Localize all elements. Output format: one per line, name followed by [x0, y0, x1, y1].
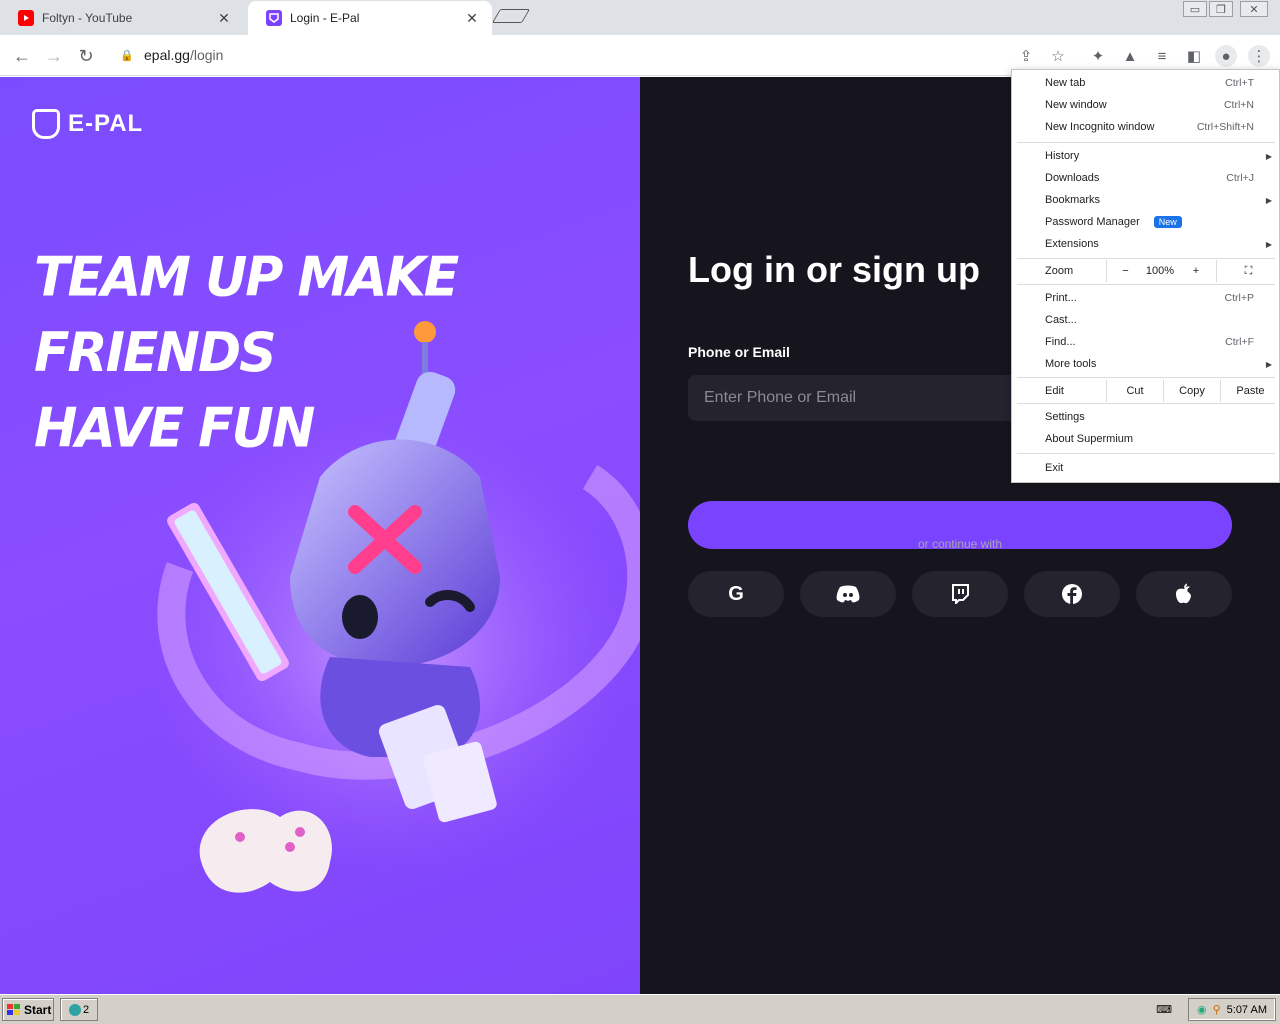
menu-separator	[1017, 453, 1275, 454]
edit-label: Edit	[1045, 385, 1064, 397]
share-icon[interactable]: ⇪	[1015, 45, 1037, 67]
url-text: epal.gg/login	[144, 47, 224, 63]
social-login-row: G	[688, 571, 1232, 617]
menu-more-tools[interactable]: More tools ▶	[1012, 353, 1280, 375]
paste-button[interactable]: Paste	[1220, 380, 1280, 402]
continue-with-text: or continue with	[917, 537, 1003, 551]
submenu-arrow-icon: ▶	[1265, 359, 1272, 369]
google-login-button[interactable]: G	[688, 571, 784, 617]
menu-print[interactable]: Print... Ctrl+P	[1012, 287, 1280, 309]
start-label: Start	[24, 1002, 52, 1017]
browser-icon	[68, 1003, 81, 1016]
menu-new-incognito[interactable]: New Incognito window Ctrl+Shift+N	[1012, 116, 1280, 138]
google-icon: G	[728, 582, 744, 605]
phone-email-label: Phone or Email	[688, 344, 790, 360]
menu-zoom-row: Zoom − 100% + ⛶	[1012, 260, 1280, 282]
epal-logo-mark	[32, 109, 60, 139]
lock-icon: 🔒	[120, 49, 134, 62]
clock: 5:07 AM	[1226, 1003, 1267, 1016]
twitch-login-button[interactable]	[912, 571, 1008, 617]
windows-flag-icon	[7, 1003, 20, 1015]
side-panel-icon[interactable]: ◧	[1183, 45, 1205, 67]
menu-new-window[interactable]: New window Ctrl+N	[1012, 94, 1280, 116]
tab-epal[interactable]: Login - E-Pal ✕	[248, 1, 492, 35]
os-taskbar: Start 2 ⌨ ◉ ⚲ 5:07 AM	[0, 994, 1280, 1024]
task-count: 2	[82, 1003, 90, 1016]
tab-title: Login - E-Pal	[290, 11, 360, 25]
start-button[interactable]: Start	[2, 998, 54, 1021]
copy-button[interactable]: Copy	[1163, 380, 1220, 402]
menu-separator	[1017, 258, 1275, 259]
epal-logo[interactable]: E-PAL	[32, 109, 143, 139]
mascot-illustration	[150, 321, 656, 893]
facebook-login-button[interactable]	[1024, 571, 1120, 617]
epal-icon	[266, 10, 282, 26]
hero-panel: E-PAL TEAM UP MAKE FRIENDS HAVE FUN	[0, 77, 656, 994]
youtube-icon	[18, 10, 34, 26]
labs-flask-icon[interactable]: ▲	[1119, 45, 1141, 67]
menu-bookmarks[interactable]: Bookmarks ▶	[1012, 189, 1280, 211]
form-title: Log in or sign up	[688, 249, 980, 290]
close-window-button[interactable]: ✕	[1240, 1, 1268, 17]
twitch-icon	[952, 584, 969, 604]
menu-history[interactable]: History ▶	[1012, 145, 1280, 167]
discord-icon	[836, 585, 860, 603]
zoom-level: 100%	[1145, 265, 1175, 277]
menu-cast[interactable]: Cast...	[1012, 309, 1280, 331]
menu-settings[interactable]: Settings	[1012, 406, 1280, 428]
network-icon[interactable]: ◉	[1197, 1003, 1207, 1016]
tab-title: Foltyn - YouTube	[42, 11, 133, 25]
tab-youtube[interactable]: Foltyn - YouTube ✕	[0, 1, 244, 35]
forward-icon[interactable]: →	[41, 43, 67, 69]
submenu-arrow-icon: ▶	[1265, 239, 1272, 249]
minimize-button[interactable]: ▭	[1183, 1, 1207, 17]
cut-button[interactable]: Cut	[1106, 380, 1163, 402]
logo-text: E-PAL	[68, 110, 144, 137]
menu-password-manager[interactable]: Password Manager New	[1012, 211, 1280, 233]
menu-separator	[1017, 142, 1275, 143]
new-badge: New	[1153, 216, 1182, 228]
bookmark-star-icon[interactable]: ☆	[1047, 45, 1069, 67]
tab-strip: Foltyn - YouTube ✕ Login - E-Pal ✕ ▭ ❐ ✕	[0, 0, 1280, 35]
profile-avatar-icon[interactable]: ●	[1215, 45, 1237, 67]
menu-about[interactable]: About Supermium	[1012, 428, 1280, 450]
taskbar-browser-group[interactable]: 2	[60, 998, 98, 1021]
menu-edit-row: Edit Cut Copy Paste	[1012, 380, 1280, 402]
discord-login-button[interactable]	[800, 571, 896, 617]
new-tab-button[interactable]	[491, 9, 531, 23]
submenu-arrow-icon: ▶	[1265, 151, 1272, 161]
zoom-in-button[interactable]: +	[1176, 260, 1216, 282]
system-tray: ◉ ⚲ 5:07 AM	[1187, 998, 1276, 1021]
zoom-label: Zoom	[1045, 265, 1074, 277]
menu-separator	[1017, 403, 1275, 404]
browser-menu: New tab Ctrl+T New window Ctrl+N New Incog…	[1011, 69, 1280, 483]
search-tray-icon[interactable]: ⚲	[1213, 1003, 1221, 1016]
apple-icon	[1176, 583, 1191, 604]
menu-downloads[interactable]: Downloads Ctrl+J	[1012, 167, 1280, 189]
menu-new-tab[interactable]: New tab Ctrl+T	[1012, 72, 1280, 94]
close-tab-icon[interactable]: ✕	[464, 10, 480, 27]
zoom-out-button[interactable]: −	[1106, 260, 1144, 282]
menu-find[interactable]: Find... Ctrl+F	[1012, 331, 1280, 353]
submenu-arrow-icon: ▶	[1265, 195, 1272, 205]
address-bar[interactable]: 🔒 epal.gg/login	[108, 39, 1108, 71]
apple-login-button[interactable]	[1136, 571, 1232, 617]
menu-exit[interactable]: Exit	[1012, 457, 1280, 479]
menu-separator	[1017, 377, 1275, 378]
menu-separator	[1017, 284, 1275, 285]
keyboard-icon[interactable]: ⌨	[1156, 1003, 1172, 1016]
fullscreen-icon[interactable]: ⛶	[1216, 260, 1280, 282]
menu-kebab-icon[interactable]: ⋮	[1248, 45, 1270, 67]
facebook-icon	[1062, 584, 1082, 604]
extensions-puzzle-icon[interactable]: ✦	[1087, 45, 1109, 67]
back-icon[interactable]: ←	[9, 43, 35, 69]
reload-icon[interactable]: ↻	[73, 43, 99, 69]
close-tab-icon[interactable]: ✕	[216, 10, 232, 27]
restore-button[interactable]: ❐	[1209, 1, 1233, 17]
reading-list-icon[interactable]: ≡	[1151, 45, 1173, 67]
menu-extensions[interactable]: Extensions ▶	[1012, 233, 1280, 255]
